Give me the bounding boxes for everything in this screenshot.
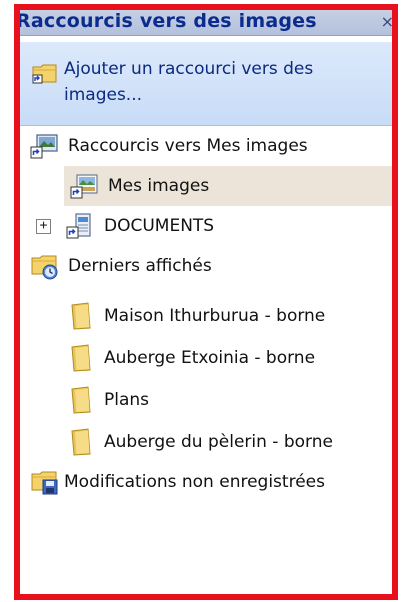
tree-item-recent[interactable]: Derniers affichés xyxy=(30,246,386,286)
close-icon[interactable]: × xyxy=(381,12,394,31)
tree-item-unsaved[interactable]: Modifications non enregistrées xyxy=(30,462,392,502)
my-pictures-icon xyxy=(70,171,100,201)
documents-shortcut-icon xyxy=(66,211,96,241)
folder-icon xyxy=(66,385,96,415)
folder-icon xyxy=(66,301,96,331)
add-shortcut-link[interactable]: Ajouter un raccourci vers des images... xyxy=(64,56,374,108)
folder-icon xyxy=(66,427,96,457)
tree-item-label: Auberge Etxoinia - borne xyxy=(104,348,316,368)
unsaved-changes-icon xyxy=(30,467,60,497)
tree-item-recent-folder[interactable]: Auberge du pèlerin - borne xyxy=(66,422,392,462)
tree-item-label: Auberge du pèlerin - borne xyxy=(104,432,333,452)
tree-item-recent-folder[interactable]: Auberge Etxoinia - borne xyxy=(66,338,392,378)
panel-title: Raccourcis vers des images xyxy=(16,10,317,32)
panel-header: Raccourcis vers des images × xyxy=(14,4,398,36)
tree-item-recent-folder[interactable]: Maison Ithurburua - borne xyxy=(66,296,392,336)
picture-shortcut-icon xyxy=(30,131,60,161)
tree-item-label: Derniers affichés xyxy=(68,256,212,276)
tree-item-recent-folder[interactable]: Plans xyxy=(66,380,392,420)
tree-item-label: Raccourcis vers Mes images xyxy=(68,136,308,156)
tree-item-shortcuts-root[interactable]: Raccourcis vers Mes images xyxy=(30,126,386,166)
tree-item-label: Maison Ithurburua - borne xyxy=(104,306,326,326)
tree-item-label: Modifications non enregistrées xyxy=(64,472,325,492)
tree-item-label: Mes images xyxy=(108,176,210,196)
image-shortcuts-panel: Raccourcis vers des images × Ajouter un … xyxy=(14,4,398,600)
tree-item-documents[interactable]: DOCUMENTS xyxy=(66,206,386,246)
expand-documents-button[interactable]: + xyxy=(36,219,51,234)
recent-folder-icon xyxy=(30,251,60,281)
add-shortcut-folder-icon xyxy=(32,62,58,88)
folder-icon xyxy=(66,343,96,373)
tree-item-mes-images[interactable]: Mes images xyxy=(64,166,392,206)
tree-item-label: DOCUMENTS xyxy=(104,216,215,236)
tree-item-label: Plans xyxy=(104,390,150,410)
add-shortcut-section: Ajouter un raccourci vers des images... xyxy=(20,42,392,126)
